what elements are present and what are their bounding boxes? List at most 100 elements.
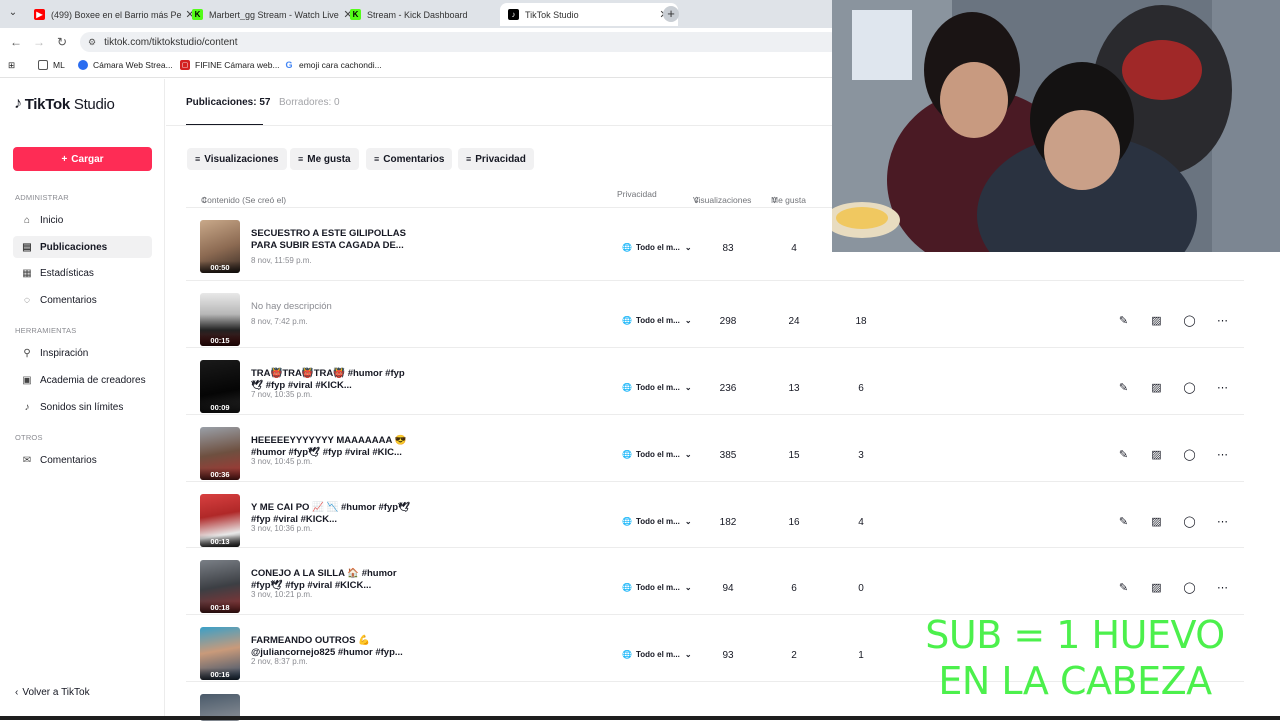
site-info-icon[interactable]: ⚙ [88,37,96,48]
filter-me-gusta[interactable]: ≡ Me gusta [290,148,359,170]
row-actions: ✎ ▨ ◯ ⋯ [1107,314,1239,327]
privacy-select[interactable]: 🌐 Todo el m... ⌄ [622,316,692,325]
bookmark-camara-web[interactable]: Cámara Web Strea... [78,60,173,70]
more-icon[interactable]: ⋯ [1206,381,1239,394]
views-count: 93 [722,650,734,661]
bookmark-ml[interactable]: ML [38,60,65,70]
filter-comentarios[interactable]: ≡ Comentarios [366,148,453,170]
video-thumbnail[interactable]: 00:16 [200,627,240,680]
tab-publicaciones[interactable]: Publicaciones: 57 [186,97,270,108]
privacy-select[interactable]: 🌐 Todo el m... ⌄ [622,517,692,526]
new-tab-button[interactable]: + [663,6,679,22]
table-row[interactable]: 00:15 No hay descripción 8 nov, 7:42 p.m… [186,280,1244,347]
forward-arrow-icon[interactable]: → [33,35,45,49]
logo-suffix: Studio [73,95,115,113]
edit-icon[interactable]: ✎ [1107,314,1140,327]
bookmark-emoji[interactable]: G emoji cara cachondi... [284,60,382,70]
table-row[interactable]: 00:09 TRA👹TRA👹TRA👹 #humor #fyp🕊 #fyp #vi… [186,347,1244,414]
table-row[interactable]: 00:13 Y ME CAI PO 📈 📉 #humor #fyp🕊 #fyp … [186,481,1244,548]
bookmark-fifine[interactable]: ▢ FIFINE Cámara web... [180,60,280,70]
more-icon[interactable]: ⋯ [1206,581,1239,594]
globe-icon: 🌐 [622,383,632,392]
comment-icon[interactable]: ◯ [1173,314,1206,327]
table-row[interactable]: 00:36 HEEEEEYYYYYYY MAAAAAAA 😎 #humor #f… [186,414,1244,481]
video-title[interactable]: No hay descripción [251,301,411,313]
section-admin-heading: ADMINISTRAR [15,193,69,202]
analytics-icon[interactable]: ▨ [1140,448,1173,461]
tab-borradores[interactable]: Borradores: 0 [279,97,340,108]
sidebar-item-estadisticas[interactable]: ▦ Estadísticas [13,262,152,284]
analytics-icon[interactable]: ▨ [1140,581,1173,594]
sidebar-item-comentarios[interactable]: ◌ Comentarios [13,289,152,311]
bookmark-label: ML [53,60,65,70]
comment-icon[interactable]: ◯ [1173,581,1206,594]
sub-overlay-text: SUB = 1 HUEVO EN LA CABEZA [920,612,1230,704]
sidebar-item-inspiracion[interactable]: ⚲ Inspiración [13,342,152,364]
video-thumbnail[interactable]: 00:18 [200,560,240,613]
more-icon[interactable]: ⋯ [1206,448,1239,461]
upload-button[interactable]: + Cargar [13,147,152,171]
edit-icon[interactable]: ✎ [1107,515,1140,528]
comment-icon[interactable]: ◯ [1173,448,1206,461]
back-arrow-icon[interactable]: ← [10,35,22,49]
filter-privacidad[interactable]: ≡ Privacidad [458,148,534,170]
back-to-tiktok-link[interactable]: ‹ Volver a TikTok [15,687,90,698]
tab-search-chevron-icon[interactable]: ⌄ [6,7,20,21]
reload-icon[interactable]: ↻ [57,35,67,49]
edit-icon[interactable]: ✎ [1107,581,1140,594]
video-title[interactable]: CONEJO A LA SILLA 🏠 #humor #fyp🕊 #fyp #v… [251,568,411,592]
privacy-select[interactable]: 🌐 Todo el m... ⌄ [622,383,692,392]
video-title[interactable]: SECUESTRO A ESTE GILIPOLLAS PARA SUBIR E… [251,228,411,252]
privacy-value: Todo el m... [635,383,680,392]
filter-label: Privacidad [475,153,526,165]
sidebar-item-label: Sonidos sin límites [40,401,124,413]
sidebar-item-publicaciones[interactable]: ▤ Publicaciones [13,236,152,258]
video-title[interactable]: TRA👹TRA👹TRA👹 #humor #fyp🕊 #fyp #viral #K… [251,368,411,392]
browser-tab-kick-dashboard[interactable]: K Stream - Kick Dashboard ✕ [342,3,520,26]
privacy-select[interactable]: 🌐 Todo el m... ⌄ [622,583,692,592]
browser-tab-tiktok-studio[interactable]: ♪ TikTok Studio ✕ [500,3,678,26]
more-icon[interactable]: ⋯ [1206,515,1239,528]
chevron-left-icon: ‹ [15,687,19,698]
globe-icon: 🌐 [622,316,632,325]
video-title[interactable]: Y ME CAI PO 📈 📉 #humor #fyp🕊 #fyp #viral… [251,502,411,526]
comment-icon[interactable]: ◯ [1173,381,1206,394]
video-duration: 00:50 [200,261,240,273]
privacy-select[interactable]: 🌐 Todo el m... ⌄ [622,243,692,252]
sidebar-item-comentarios-feedback[interactable]: ✉ Comentarios [13,449,152,471]
filter-visualizaciones[interactable]: ≡ Visualizaciones [187,148,287,170]
globe-icon: 🌐 [622,517,632,526]
analytics-icon[interactable]: ▨ [1140,314,1173,327]
globe-icon: 🌐 [622,650,632,659]
analytics-icon[interactable]: ▨ [1140,381,1173,394]
sort-icon: ⇕ [693,195,701,205]
apps-grid-icon[interactable]: ⊞ [8,60,15,71]
privacy-select[interactable]: 🌐 Todo el m... ⌄ [622,650,692,659]
sidebar-item-label: Publicaciones [40,241,108,253]
video-thumbnail[interactable]: 00:15 [200,293,240,346]
browser-tab-youtube[interactable]: ▶ (499) Boxee en el Barrio más Pe ✕ [26,3,204,26]
video-title[interactable]: FARMEANDO OUTROS 💪 @juliancornejo825 #hu… [251,635,411,659]
analytics-icon[interactable]: ▨ [1140,515,1173,528]
sidebar-item-sonidos[interactable]: ♪ Sonidos sin límites [13,396,152,418]
privacy-select[interactable]: 🌐 Todo el m... ⌄ [622,450,692,459]
video-title[interactable]: HEEEEEYYYYYYY MAAAAAAA 😎 #humor #fyp🕊 #f… [251,435,411,459]
url-field[interactable]: ⚙ tiktok.com/tiktokstudio/content [80,32,840,52]
video-thumbnail[interactable]: 00:09 [200,360,240,413]
video-thumbnail[interactable]: 00:36 [200,427,240,480]
row-actions: ✎ ▨ ◯ ⋯ [1107,381,1239,394]
more-icon[interactable]: ⋯ [1206,314,1239,327]
table-row[interactable]: 00:18 CONEJO A LA SILLA 🏠 #humor #fyp🕊 #… [186,547,1244,614]
comment-icon[interactable]: ◯ [1173,515,1206,528]
video-thumbnail[interactable]: 00:13 [200,494,240,547]
browser-tab-kick-stream[interactable]: K Marbert_gg Stream - Watch Live ✕ [184,3,362,26]
edit-icon[interactable]: ✎ [1107,381,1140,394]
edit-icon[interactable]: ✎ [1107,448,1140,461]
sidebar-item-label: Estadísticas [40,267,94,279]
video-thumbnail[interactable]: 00:50 [200,220,240,273]
folder-icon [38,60,48,70]
column-label: Contenido (Se creó el) [201,195,287,205]
sidebar-item-academia[interactable]: ▣ Academia de creadores [13,369,152,391]
sidebar-item-inicio[interactable]: ⌂ Inicio [13,209,152,231]
tiktok-studio-logo[interactable]: ♪ TikTok Studio [14,95,115,113]
